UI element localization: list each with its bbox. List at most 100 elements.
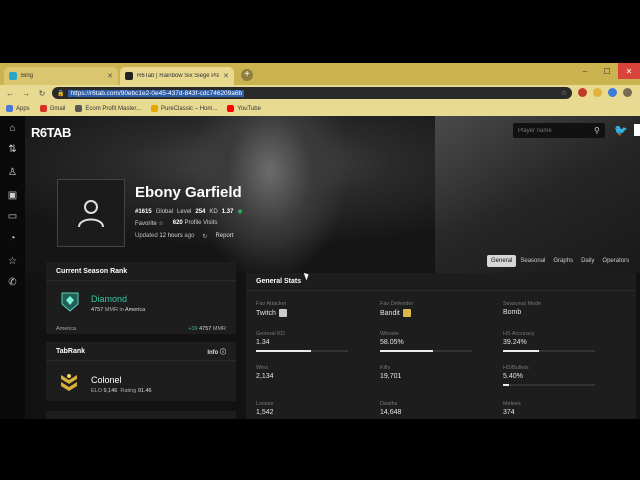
page-icon [151,105,159,112]
mmr-change: +39 [188,326,198,332]
tab-daily[interactable]: Daily [577,255,598,267]
diamond-rank-icon [61,292,79,312]
minimize-icon[interactable]: – [574,63,596,79]
bookmark-apps[interactable]: Apps [6,105,30,112]
page-icon [75,105,83,112]
bing-favicon-icon [9,72,17,80]
maximize-icon[interactable]: ☐ [596,63,618,79]
tab-seasonal[interactable]: Seasonal [516,255,549,267]
url-text[interactable]: https://r6tab.com/90ebc1e2-0e45-437d-843… [68,89,245,97]
extension-icon[interactable] [608,88,617,97]
back-icon[interactable]: ← [4,89,16,98]
tab-strip: Bing ✕ R6Tab | Rainbow Six Siege Player … [0,63,640,85]
apps-icon [6,105,13,112]
close-window-icon[interactable]: ✕ [618,63,640,79]
info-button[interactable]: Info ⓘ [207,347,226,356]
rank-name: Diamond [91,294,128,304]
tab-operators[interactable]: Operators [598,255,633,267]
report-link[interactable]: Report [215,233,233,240]
player-search[interactable]: ⚲ [513,123,605,138]
stat-wins: Wins 2,134 [256,365,274,380]
youtube-icon [227,105,235,112]
search-icon[interactable]: ⚲ [594,126,600,135]
tab-graphs[interactable]: Graphs [549,255,577,267]
current-season-panel: Current Season Rank Diamond 4757 MMR in … [46,262,236,334]
panel-title: Current Season Rank [46,262,236,281]
bookmark-pureclassic[interactable]: PureClassic – Hom... [151,105,217,112]
info-icon: ⓘ [219,349,226,356]
progress-bar [256,350,348,352]
stats-tabs: General Seasonal Graphs Daily Operators [487,255,633,267]
social-icon[interactable] [634,124,640,136]
reload-icon[interactable]: ↻ [36,89,48,98]
navigation-bar: ← → ↻ 🔒 https://r6tab.com/90ebc1e2-0e45-… [0,85,640,101]
stat-seasonal-mode: Seasonal Mode Bomb [503,301,542,316]
level-value: 254 [195,208,206,215]
letterbox-top [0,0,640,63]
tab-r6tab[interactable]: R6Tab | Rainbow Six Siege Player ✕ [120,67,234,85]
rank-mmr: 4757 MMR in America [91,307,146,313]
default-avatar-icon [78,200,104,228]
progress-bar [503,384,595,386]
tab-general[interactable]: General [487,255,517,267]
stat-hs-accuracy: HS Accuracy 39.24% [503,331,598,352]
close-icon[interactable]: ✕ [107,72,113,80]
stat-winrate: Winrate 58.05% [380,331,475,352]
season-footer: America +39 4757 MMR [56,326,226,332]
search-input[interactable] [518,127,594,134]
bookmark-star-icon[interactable]: ☆ [561,89,567,97]
stat-losses: Losses 1,542 [256,401,274,416]
extension-icons: ⋮ [578,88,640,97]
profile-avatar-icon[interactable] [623,88,632,97]
star-icon: ☆ [158,221,164,227]
panel-partial [46,411,236,419]
site-logo[interactable]: R6TAB [31,125,71,140]
stat-melees: Melees 374 [503,401,521,416]
tabrank-panel: TabRank Info ⓘ Colonel ELO 9,146 Rating … [46,342,236,401]
extension-icon[interactable] [578,88,587,97]
global-rank: #1615 [135,208,152,215]
bookmark-youtube[interactable]: YouTube [227,105,261,112]
trend-icon: ◉ [237,209,243,215]
lock-icon: 🔒 [57,90,65,97]
twitch-operator-icon [278,309,287,317]
phone-icon[interactable]: ✆ [6,276,19,289]
home-icon[interactable]: ⌂ [6,122,19,135]
chart-icon[interactable]: ◔ [6,232,19,245]
updown-icon[interactable]: ⇅ [6,143,19,156]
tab-bing[interactable]: Bing ✕ [4,67,118,85]
video-icon[interactable]: ▭ [6,210,19,223]
bandit-operator-icon [402,309,411,317]
gmail-icon [39,105,47,112]
update-info: Updated 12 hours ago ↻ Report [135,233,234,240]
refresh-icon[interactable]: ↻ [202,233,207,240]
progress-bar [503,350,595,352]
profile-visits: 620 Profile Visits [172,220,218,226]
twitter-icon[interactable]: 🐦 [614,124,628,137]
r6tab-favicon-icon [125,72,133,80]
calendar-icon[interactable]: ▣ [6,189,19,202]
general-stats-panel: General Stats Fav Attacker Twitch Fav De… [246,273,636,419]
address-bar[interactable]: 🔒 https://r6tab.com/90ebc1e2-0e45-437d-8… [52,87,572,99]
new-tab-button[interactable]: + [241,69,253,81]
tabrank-name: Colonel [91,375,122,385]
letterbox-bottom [0,419,640,480]
r6tab-app: ⌂ ⇅ ♙ ▣ ▭ ◔ ☆ ✆ R6TAB ⚲ 🐦 Ebony Garfield… [0,116,640,419]
colonel-rank-icon [61,374,77,391]
star-icon[interactable]: ☆ [6,255,19,268]
bookmark-ecom[interactable]: Ecom Profit Master... [75,105,141,112]
user-icon[interactable]: ♙ [6,166,19,179]
panel-header: TabRank Info ⓘ [46,342,236,361]
sidebar: ⌂ ⇅ ♙ ▣ ▭ ◔ ☆ ✆ [0,116,25,419]
player-actions: Favorite ☆ 620 Profile Visits [135,220,217,227]
progress-bar [380,350,472,352]
background-artwork [435,116,640,273]
extension-icon[interactable] [593,88,602,97]
stat-deaths: Deaths 14,648 [380,401,402,416]
close-icon[interactable]: ✕ [223,72,229,80]
forward-icon[interactable]: → [20,89,32,98]
favorite-button[interactable]: Favorite ☆ [135,220,164,227]
panel-title: TabRank [56,347,86,355]
bookmark-gmail[interactable]: Gmail [39,105,65,112]
tab-label: R6Tab | Rainbow Six Siege Player [137,73,220,79]
